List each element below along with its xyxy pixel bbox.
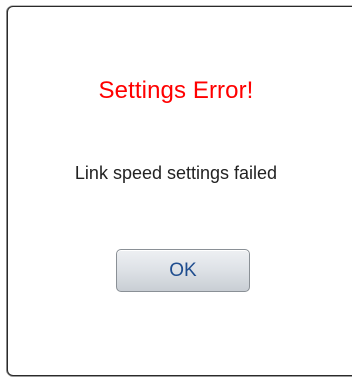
page: Settings Error! Link speed settings fail…: [0, 0, 352, 383]
ok-button[interactable]: OK: [116, 249, 250, 292]
error-dialog: [7, 6, 352, 376]
error-message: Link speed settings failed: [74, 163, 278, 183]
dialog-title: Settings Error!: [98, 77, 254, 104]
